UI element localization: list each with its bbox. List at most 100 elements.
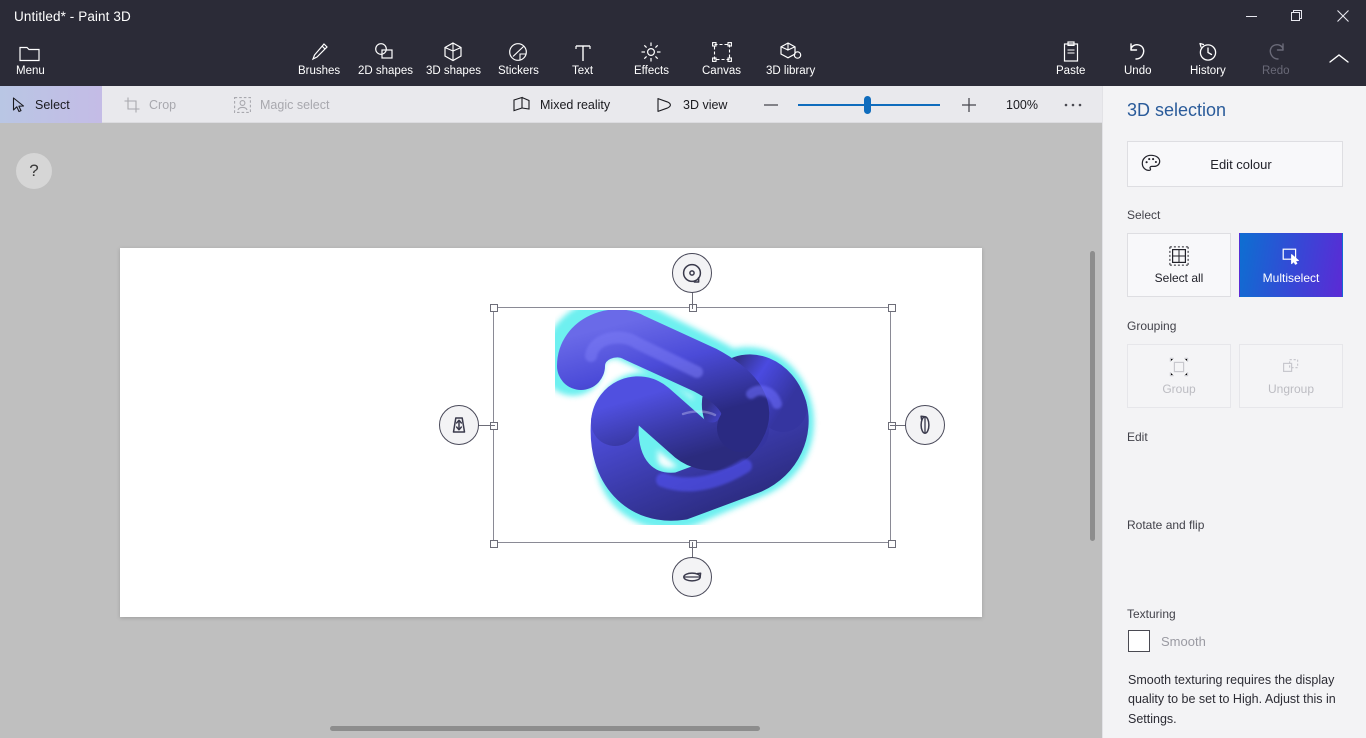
more-options-icon[interactable] [1064, 102, 1082, 108]
effects-icon [640, 41, 662, 63]
move-depth-handle[interactable] [439, 405, 479, 445]
tool-label: 2D shapes [358, 65, 413, 77]
handle-top-center[interactable] [689, 304, 697, 312]
rotate-stem-top [692, 291, 693, 309]
tool-3d-library[interactable]: 3D library [760, 32, 821, 86]
canvas-icon [711, 41, 733, 63]
toolbar-magic-select: Magic select [222, 86, 362, 123]
ungroup-button: Ungroup [1239, 344, 1343, 408]
tool-label: 3D shapes [426, 65, 481, 77]
rotate-y-handle[interactable] [905, 405, 945, 445]
grouping-section-label: Grouping [1127, 319, 1177, 333]
rotate-x-handle[interactable] [672, 557, 712, 597]
zoom-percent: 100% [1006, 97, 1038, 112]
zoom-in-icon[interactable] [954, 97, 984, 113]
rotate-y-icon [920, 415, 930, 434]
action-history[interactable]: History [1184, 32, 1232, 86]
sticker-icon [507, 41, 529, 63]
tool-brushes[interactable]: Brushes [292, 32, 346, 86]
vertical-scrollbar[interactable] [1086, 123, 1102, 738]
handle-middle-right[interactable] [888, 422, 896, 430]
handle-bottom-right[interactable] [888, 540, 896, 548]
restore-button[interactable] [1274, 0, 1320, 32]
select-all-label: Select all [1154, 270, 1204, 285]
handle-bottom-left[interactable] [490, 540, 498, 548]
toolbar-mixed-reality[interactable]: Mixed reality [500, 86, 640, 123]
tool-canvas[interactable]: Canvas [696, 32, 747, 86]
mixed-reality-icon [512, 96, 531, 113]
horizontal-scrollbar-thumb[interactable] [330, 726, 760, 731]
tool-2d-shapes[interactable]: 2D shapes [352, 32, 419, 86]
select-section-label: Select [1127, 208, 1161, 222]
3d-view-icon [656, 97, 674, 113]
palette-icon [1128, 154, 1174, 174]
tool-3d-shapes[interactable]: 3D shapes [420, 32, 487, 86]
undo-icon [1127, 41, 1149, 63]
zoom-out-icon[interactable] [756, 97, 786, 113]
group-button: Group [1127, 344, 1231, 408]
zoom-slider-thumb[interactable] [864, 95, 871, 114]
edit-section-label: Edit [1127, 430, 1148, 444]
select-tiles: Select all Multiselect [1127, 233, 1343, 297]
handle-bottom-center[interactable] [689, 540, 697, 548]
right-panel: 3D selection Edit colour Select Select a… [1102, 86, 1366, 738]
history-icon [1197, 41, 1219, 63]
vertical-scrollbar-thumb[interactable] [1090, 251, 1095, 541]
tool-label: Text [572, 65, 594, 77]
select-all-button[interactable]: Select all [1127, 233, 1231, 297]
minimize-button[interactable] [1228, 0, 1274, 32]
tool-label: 3D library [766, 65, 816, 77]
texturing-note: Smooth texturing requires the display qu… [1128, 673, 1336, 726]
toolbar-item-label: Magic select [260, 97, 330, 112]
edit-colour-label: Edit colour [1210, 156, 1272, 172]
help-icon: ? [29, 161, 39, 180]
handle-top-right[interactable] [888, 304, 896, 312]
move-stem-left [478, 425, 495, 426]
tool-text[interactable]: Text [566, 32, 599, 86]
handle-middle-left[interactable] [490, 422, 498, 430]
menu-button[interactable]: Menu [10, 32, 51, 86]
toolbar-select[interactable]: Select [0, 86, 102, 123]
smooth-label: Smooth [1161, 633, 1206, 649]
multiselect-button[interactable]: Multiselect [1239, 233, 1343, 297]
smooth-checkbox[interactable] [1128, 630, 1150, 652]
tool-label: Effects [634, 65, 669, 77]
close-button[interactable] [1320, 0, 1366, 32]
action-label: Paste [1056, 65, 1086, 77]
rotate-flip-section-label: Rotate and flip [1127, 518, 1205, 532]
help-button[interactable]: ? [16, 153, 52, 189]
window-title: Untitled* - Paint 3D [14, 8, 131, 24]
group-icon [1169, 357, 1189, 377]
edit-colour-button[interactable]: Edit colour [1127, 141, 1343, 187]
paste-icon [1061, 41, 1081, 63]
action-label: Redo [1262, 65, 1290, 77]
group-label: Group [1162, 381, 1196, 396]
handle-top-left[interactable] [490, 304, 498, 312]
zoom-slider[interactable] [798, 95, 940, 114]
ungroup-icon [1281, 357, 1301, 377]
tool-effects[interactable]: Effects [628, 32, 675, 86]
crop-icon [124, 97, 140, 113]
toolbar-item-label: Select [35, 97, 70, 112]
rotate-z-handle[interactable] [672, 253, 712, 293]
main-ribbon: Menu Brushes 2D shapes 3D shapes Sticker… [0, 32, 1366, 86]
text-icon [574, 41, 592, 63]
zoom-slider-fill [798, 103, 870, 106]
smooth-checkbox-row[interactable]: Smooth [1128, 630, 1206, 652]
3d-library-icon [779, 41, 803, 63]
chevron-up-icon [1328, 32, 1350, 86]
move-depth-icon [452, 417, 466, 433]
3d-shapes-icon [443, 41, 463, 63]
action-undo[interactable]: Undo [1118, 32, 1158, 86]
folder-icon [19, 41, 41, 63]
horizontal-scrollbar[interactable] [0, 722, 1102, 738]
grouping-tiles: Group Ungroup [1127, 344, 1343, 408]
tool-stickers[interactable]: Stickers [492, 32, 545, 86]
toolbar-item-label: Crop [149, 97, 177, 112]
action-paste[interactable]: Paste [1050, 32, 1091, 86]
toolbar-3d-view[interactable]: 3D view [644, 86, 744, 123]
ribbon-collapse-button[interactable] [1322, 32, 1356, 86]
texturing-section-label: Texturing [1127, 607, 1176, 621]
selection-box[interactable] [490, 304, 896, 548]
menu-label: Menu [16, 65, 45, 77]
